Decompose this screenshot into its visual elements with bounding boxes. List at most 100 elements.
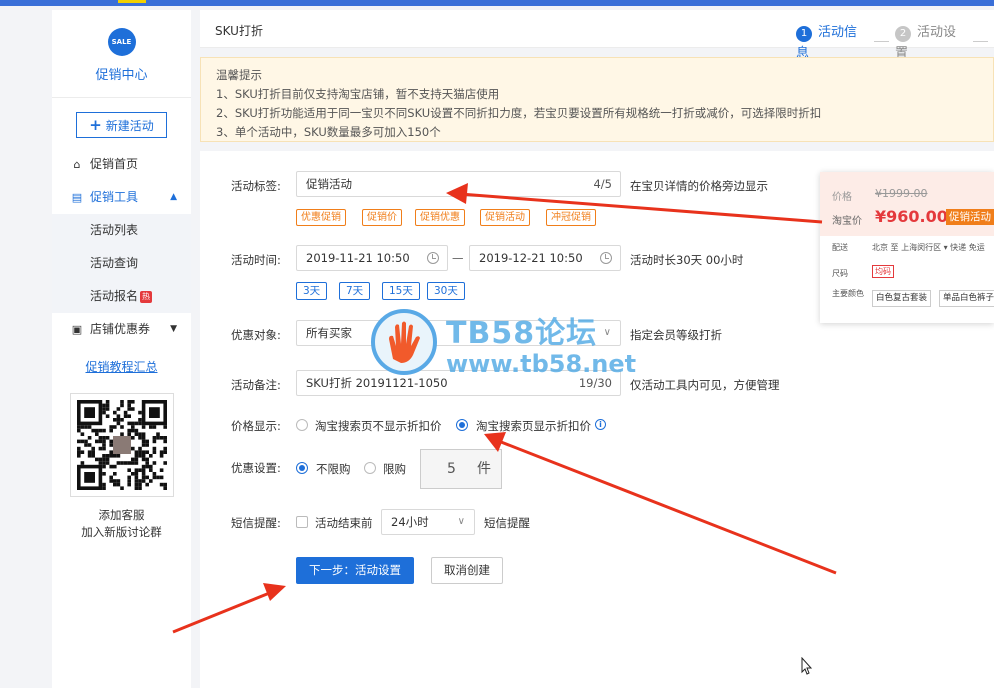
tutorial-link[interactable]: 促销教程汇总 <box>52 358 191 375</box>
sidebar-item-home[interactable]: ⌂ 促销首页 <box>52 148 191 181</box>
preview-new-price: ¥960.00 <box>875 207 948 226</box>
qr-caption-line1: 添加客服 <box>98 508 145 522</box>
new-activity-button[interactable]: + 新建活动 <box>76 112 167 138</box>
preview-color-chip: 单品白色裤子 <box>939 290 994 307</box>
tag-option[interactable]: 优惠促销 <box>296 209 346 226</box>
price-display-label: 价格显示: <box>231 419 281 433</box>
sidebar-item-label: 店铺优惠券 <box>90 322 151 336</box>
hot-badge: 热 <box>140 290 153 303</box>
price-hide-text[interactable]: 淘宝搜索页不显示折扣价 <box>315 418 442 434</box>
step-connector <box>972 40 988 42</box>
mouse-cursor-icon <box>801 657 813 675</box>
page-header: SKU打折 1 活动信息 2 活动设置 <box>200 10 994 61</box>
tag-input[interactable]: 促销活动 4/5 <box>296 171 621 197</box>
watermark-url: www.tb58.net <box>446 350 637 378</box>
limit-unit: 件 <box>477 461 491 477</box>
tools-subnav: 活动列表 活动查询 活动报名热 <box>52 214 191 313</box>
sidebar-item-label: 促销首页 <box>90 157 139 171</box>
remark-input-value: SKU打折 20191121-1050 <box>306 376 448 390</box>
sms-check-text[interactable]: 活动结束前 <box>315 515 373 531</box>
preview-price-area: 价格 ¥1999.00 淘宝价 ¥960.00 促销活动 <box>820 172 994 236</box>
clock-icon <box>427 252 439 264</box>
info-icon[interactable]: i <box>595 419 606 430</box>
step-activity-info: 1 活动信息 <box>796 21 868 61</box>
time-separator: — <box>452 251 464 265</box>
tag-char-count: 4/5 <box>593 177 612 191</box>
qr-caption: 添加客服 加入新版讨论群 <box>52 507 191 541</box>
limit-label: 优惠设置: <box>231 461 281 475</box>
end-time-value: 2019-12-21 10:50 <box>479 251 583 265</box>
target-select-value: 所有买家 <box>306 326 352 340</box>
subitem-activity-signup[interactable]: 活动报名热 <box>52 280 191 313</box>
chevron-down-icon: ∨ <box>457 516 465 527</box>
page-title: SKU打折 <box>215 24 263 38</box>
subitem-activity-query[interactable]: 活动查询 <box>52 247 191 280</box>
notice-box: 温馨提示 1、SKU打折目前仅支持淘宝店铺，暂不支持天猫店使用 2、SKU打折功… <box>200 57 994 142</box>
new-activity-label: 新建活动 <box>105 119 154 133</box>
chevron-down-icon: ∨ <box>603 327 611 338</box>
sms-label: 短信提醒: <box>231 516 281 530</box>
cancel-button[interactable]: 取消创建 <box>431 557 503 584</box>
top-bar <box>0 0 994 6</box>
no-limit-radio[interactable] <box>296 462 308 474</box>
tag-option[interactable]: 促销优惠 <box>415 209 465 226</box>
no-limit-text[interactable]: 不限购 <box>316 461 351 477</box>
tag-hint: 在宝贝详情的价格旁边显示 <box>630 179 768 193</box>
limit-quantity-input[interactable]: 5件 <box>420 449 502 489</box>
tag-option[interactable]: 促销价 <box>362 209 402 226</box>
tool-icon: ▤ <box>71 191 83 204</box>
price-preview-card: 价格 ¥1999.00 淘宝价 ¥960.00 促销活动 配送 北京 至 上海闵… <box>820 172 994 323</box>
tag-option[interactable]: 冲冠促销 <box>546 209 596 226</box>
preview-ship-value: 北京 至 上海闵行区 ▾ 快递 免运 <box>872 243 985 252</box>
duration-text: 活动时长30天 00小时 <box>630 253 744 267</box>
preview-ship-label: 配送 <box>832 243 848 252</box>
qr-code-image <box>76 400 167 490</box>
sidebar-item-coupon[interactable]: ▣ 店铺优惠券 ▼ <box>52 313 191 346</box>
sidebar-item-tools[interactable]: ▤ 促销工具 ▲ <box>52 181 191 214</box>
step-activity-settings: 2 活动设置 <box>895 21 967 61</box>
price-show-text[interactable]: 淘宝搜索页显示折扣价 <box>476 418 591 434</box>
preview-promo-badge: 促销活动 <box>946 209 994 225</box>
price-hide-radio[interactable] <box>296 419 308 431</box>
limit-radio[interactable] <box>364 462 376 474</box>
limit-text[interactable]: 限购 <box>383 461 406 477</box>
qr-code <box>69 393 174 497</box>
days-7-button[interactable]: 7天 <box>339 282 371 300</box>
clock-icon <box>600 252 612 264</box>
top-bar-mark <box>118 0 146 3</box>
days-3-button[interactable]: 3天 <box>296 282 328 300</box>
preview-old-price: ¥1999.00 <box>875 187 928 200</box>
home-icon: ⌂ <box>73 158 81 171</box>
days-15-button[interactable]: 15天 <box>382 282 420 300</box>
price-show-radio[interactable] <box>456 419 468 431</box>
chevron-down-icon: ▼ <box>170 324 177 334</box>
sidebar: SALE 促销中心 + 新建活动 ⌂ 促销首页 ▤ 促销工具 ▲ 活动列表 活动查询 活… <box>52 10 191 688</box>
qr-caption-line2: 加入新版讨论群 <box>81 525 162 539</box>
start-time-value: 2019-11-21 10:50 <box>306 251 410 265</box>
remark-hint: 仅活动工具内可见，方便管理 <box>630 378 780 392</box>
watermark-logo-icon <box>371 309 437 375</box>
next-step-button[interactable]: 下一步：活动设置 <box>296 557 414 584</box>
remark-label: 活动备注: <box>231 378 281 392</box>
sidebar-title: 促销中心 <box>95 68 148 83</box>
sidebar-item-label: 促销工具 <box>90 190 139 204</box>
sms-time-select[interactable]: 24小时 ∨ <box>381 509 475 535</box>
plus-icon: + <box>89 116 102 134</box>
start-time-input[interactable]: 2019-11-21 10:50 <box>296 245 448 271</box>
sms-time-value: 24小时 <box>391 515 429 529</box>
sidebar-logo[interactable]: SALE 促销中心 <box>52 10 191 98</box>
sms-hint: 短信提醒 <box>484 516 530 530</box>
preview-color-chip: 白色复古套装 <box>872 290 932 307</box>
tag-option[interactable]: 促销活动 <box>480 209 530 226</box>
step-number: 1 <box>796 26 812 42</box>
sms-checkbox[interactable] <box>296 516 308 528</box>
tag-input-value: 促销活动 <box>306 177 352 191</box>
preview-color-label: 主要颜色 <box>832 289 864 298</box>
end-time-input[interactable]: 2019-12-21 10:50 <box>469 245 621 271</box>
days-30-button[interactable]: 30天 <box>427 282 465 300</box>
subitem-activity-list[interactable]: 活动列表 <box>52 214 191 247</box>
notice-line: 1、SKU打折目前仅支持淘宝店铺，暂不支持天猫店使用 <box>216 87 500 101</box>
notice-title: 温馨提示 <box>216 68 262 82</box>
notice-line: 3、单个活动中，SKU数量最多可加入150个 <box>216 125 441 139</box>
step-connector <box>873 40 889 42</box>
